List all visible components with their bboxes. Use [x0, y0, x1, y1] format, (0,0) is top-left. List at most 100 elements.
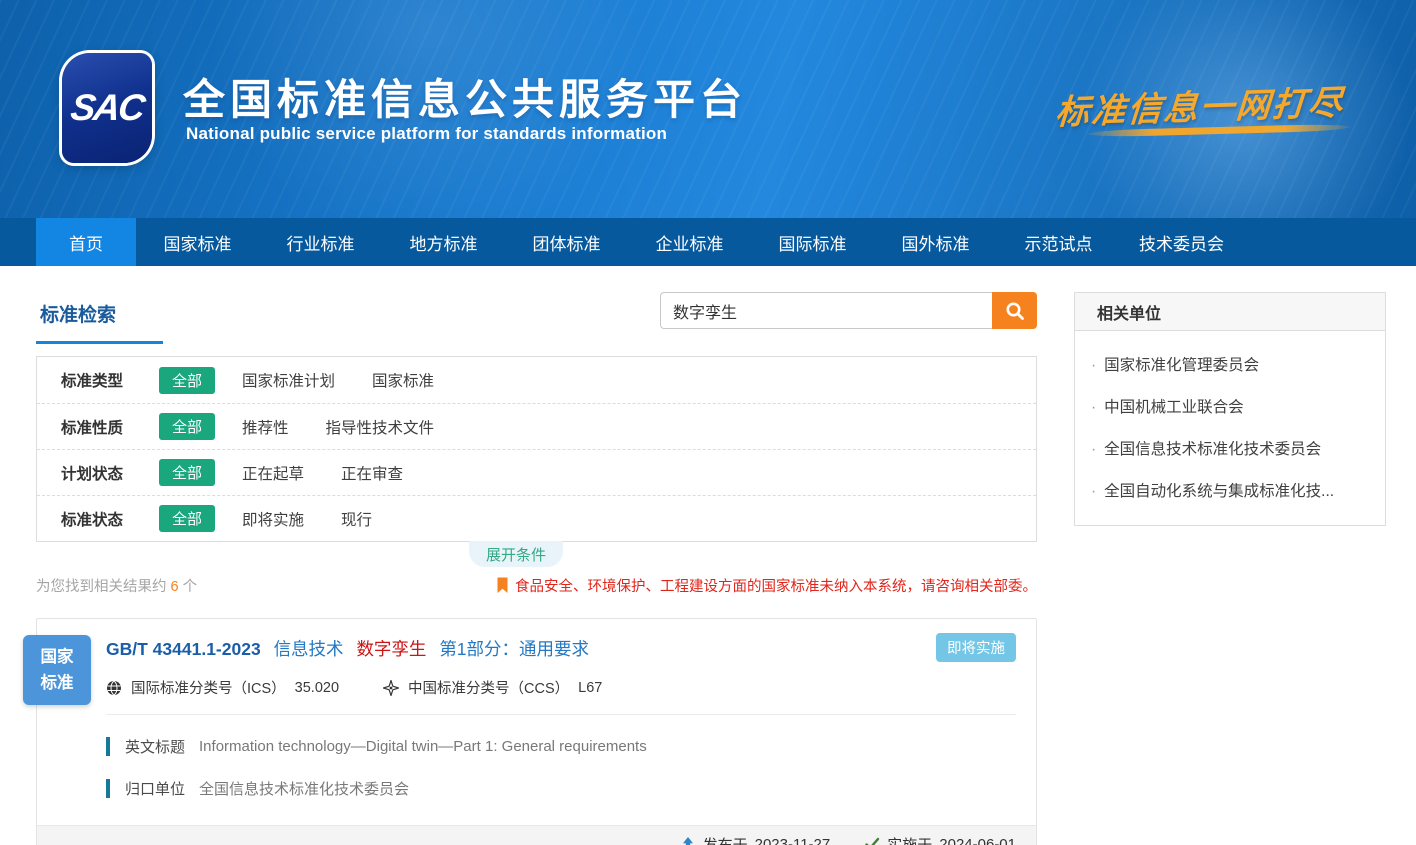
- filter-row-1: 标准类型全部 国家标准计划 国家标准: [37, 357, 1036, 403]
- filter-option[interactable]: 指导性技术文件: [326, 416, 435, 438]
- search-input[interactable]: [660, 292, 992, 329]
- implemented-date: 2024-06-01: [939, 836, 1016, 845]
- compass-icon: [383, 680, 399, 696]
- filter-option[interactable]: 国家标准计划: [242, 369, 335, 391]
- bookmark-icon: [496, 577, 509, 594]
- filter-all-badge[interactable]: 全部: [159, 367, 215, 394]
- related-units-panel: 相关单位 · 国家标准化管理委员会 · 中国机械工业联合会 · 全国信息技术标准化技术委员…: [1074, 292, 1386, 526]
- nav-tab-9[interactable]: 示范试点: [997, 218, 1120, 266]
- filter-label: 标准类型: [61, 369, 159, 391]
- standard-title-highlight[interactable]: 数字孪生: [356, 639, 426, 659]
- related-unit-name: 中国机械工业联合会: [1104, 395, 1244, 417]
- classification-line: 国际标准分类号（ICS） 35.020 中国标准分类号（CCS） L67: [106, 677, 1016, 698]
- nav-tab-4[interactable]: 地方标准: [382, 218, 505, 266]
- filter-rows: 标准类型全部国家标准计划国家标准标准性质全部推荐性指导性技术文件计划状态全部正在…: [37, 357, 1036, 541]
- site-header: SAC 全国标准信息公共服务平台 National public service…: [0, 0, 1416, 218]
- page-content: 标准检索 标准类型全部国家标准计划国家标准标准性质全部推荐性指导性技术文件计划状…: [0, 266, 1416, 845]
- nav-tab-5[interactable]: 团体标准: [505, 218, 628, 266]
- ccs-label: 中国标准分类号（CCS）: [408, 677, 569, 698]
- filter-all-badge[interactable]: 全部: [159, 505, 215, 532]
- filter-label: 计划状态: [61, 462, 159, 484]
- field-value: 全国信息技术标准化技术委员会: [199, 778, 409, 799]
- card-footer: 发布于 2023-11-27 实施于 2024-06-01: [37, 825, 1036, 845]
- field-label: 英文标题: [125, 736, 185, 757]
- bullet: ·: [1091, 357, 1096, 375]
- card-field-row: 英文标题 Information technology—Digital twin—…: [106, 736, 1016, 757]
- filter-label: 标准性质: [61, 416, 159, 438]
- bullet: ·: [1091, 483, 1096, 501]
- field-marker-bar: [106, 737, 110, 756]
- main-nav: 首页国家标准行业标准地方标准团体标准企业标准国际标准国外标准示范试点技术委员会: [0, 218, 1416, 266]
- main-column: 标准检索 标准类型全部国家标准计划国家标准标准性质全部推荐性指导性技术文件计划状…: [36, 292, 1037, 845]
- filter-row-3: 计划状态全部 正在起草 正在审查: [37, 449, 1036, 495]
- nav-tab-6[interactable]: 企业标准: [628, 218, 751, 266]
- filter-option[interactable]: 正在审查: [341, 462, 403, 484]
- system-notice: 食品安全、环境保护、工程建设方面的国家标准未纳入本系统，请咨询相关部委。: [496, 575, 1037, 596]
- search-section: 标准检索: [36, 292, 1037, 344]
- nav-tab-3[interactable]: 行业标准: [259, 218, 382, 266]
- standard-type-badge: 国家 标准: [23, 635, 91, 705]
- published-date: 2023-11-27: [755, 836, 831, 845]
- status-badge: 即将实施: [936, 633, 1016, 662]
- results-count: 为您找到相关结果约6个: [36, 575, 197, 596]
- nav-tab-1[interactable]: 首页: [36, 218, 136, 266]
- search-button[interactable]: [992, 292, 1037, 329]
- expand-conditions-button[interactable]: 展开条件: [469, 541, 563, 567]
- sac-logo[interactable]: SAC: [62, 53, 152, 163]
- nav-tab-2[interactable]: 国家标准: [136, 218, 259, 266]
- filter-row-4: 标准状态全部 即将实施 现行: [37, 495, 1036, 541]
- notice-text: 食品安全、环境保护、工程建设方面的国家标准未纳入本系统，请咨询相关部委。: [515, 575, 1037, 596]
- globe-icon: [106, 680, 122, 696]
- related-unit-link[interactable]: · 国家标准化管理委员会: [1075, 343, 1385, 385]
- implemented-date-item: 实施于 2024-06-01: [864, 834, 1016, 845]
- field-label: 归口单位: [125, 778, 185, 799]
- ics-label: 国际标准分类号（ICS）: [131, 677, 286, 698]
- related-units-list: · 国家标准化管理委员会 · 中国机械工业联合会 · 全国信息技术标准化技术委员会 · 全国自…: [1075, 331, 1385, 525]
- site-title: 全国标准信息公共服务平台: [183, 66, 747, 127]
- search-group: [660, 292, 1037, 329]
- related-unit-link[interactable]: · 中国机械工业联合会: [1075, 385, 1385, 427]
- related-unit-link[interactable]: · 全国自动化系统与集成标准化技...: [1075, 469, 1385, 511]
- field-value: Information technology—Digital twin—Part…: [199, 738, 647, 755]
- related-units-title: 相关单位: [1075, 293, 1385, 331]
- upload-arrow-icon: [680, 836, 696, 845]
- bullet: ·: [1091, 399, 1096, 417]
- card-fields: 英文标题 Information technology—Digital twin—…: [106, 736, 1016, 799]
- filter-option[interactable]: 正在起草: [242, 462, 304, 484]
- filter-all-badge[interactable]: 全部: [159, 413, 215, 440]
- standard-result-card: 国家 标准 GB/T 43441.1-2023 信息技术 数字孪生 第1部分：通…: [36, 618, 1037, 845]
- ics-value: 35.020: [295, 680, 339, 696]
- card-divider: [106, 714, 1016, 715]
- standard-title: GB/T 43441.1-2023 信息技术 数字孪生 第1部分：通用要求 即将…: [106, 636, 1016, 661]
- bullet: ·: [1091, 441, 1096, 459]
- search-icon: [1004, 300, 1026, 322]
- related-unit-link[interactable]: · 全国信息技术标准化技术委员会: [1075, 427, 1385, 469]
- check-icon: [864, 836, 880, 845]
- ccs-group: 中国标准分类号（CCS） L67: [383, 677, 602, 698]
- nav-tab-10[interactable]: 技术委员会: [1120, 218, 1243, 266]
- filter-row-2: 标准性质全部 推荐性 指导性技术文件: [37, 403, 1036, 449]
- filter-option[interactable]: 现行: [341, 508, 372, 530]
- ccs-value: L67: [578, 680, 602, 696]
- related-unit-name: 国家标准化管理委员会: [1104, 353, 1259, 375]
- standard-title-part1[interactable]: 信息技术: [274, 639, 344, 659]
- site-subtitle: National public service platform for sta…: [186, 124, 667, 144]
- ics-group: 国际标准分类号（ICS） 35.020: [106, 677, 339, 698]
- filter-panel: 标准类型全部国家标准计划国家标准标准性质全部推荐性指导性技术文件计划状态全部正在…: [36, 356, 1037, 542]
- filter-all-badge[interactable]: 全部: [159, 459, 215, 486]
- card-field-row: 归口单位全国信息技术标准化技术委员会: [106, 778, 1016, 799]
- results-meta: 为您找到相关结果约6个 食品安全、环境保护、工程建设方面的国家标准未纳入本系统，…: [36, 575, 1037, 596]
- filter-option[interactable]: 国家标准: [372, 369, 434, 391]
- filter-option[interactable]: 即将实施: [242, 508, 304, 530]
- filter-label: 标准状态: [61, 508, 159, 530]
- nav-tab-8[interactable]: 国外标准: [874, 218, 997, 266]
- field-marker-bar: [106, 779, 110, 798]
- related-unit-name: 全国信息技术标准化技术委员会: [1104, 437, 1321, 459]
- filter-option[interactable]: 推荐性: [242, 416, 289, 438]
- standard-title-part2[interactable]: 第1部分：通用要求: [439, 639, 589, 659]
- nav-tab-7[interactable]: 国际标准: [751, 218, 874, 266]
- section-title: 标准检索: [36, 292, 163, 344]
- standard-code-link[interactable]: GB/T 43441.1-2023: [106, 639, 261, 659]
- related-unit-name: 全国自动化系统与集成标准化技...: [1104, 479, 1334, 501]
- results-count-number: 6: [171, 579, 179, 595]
